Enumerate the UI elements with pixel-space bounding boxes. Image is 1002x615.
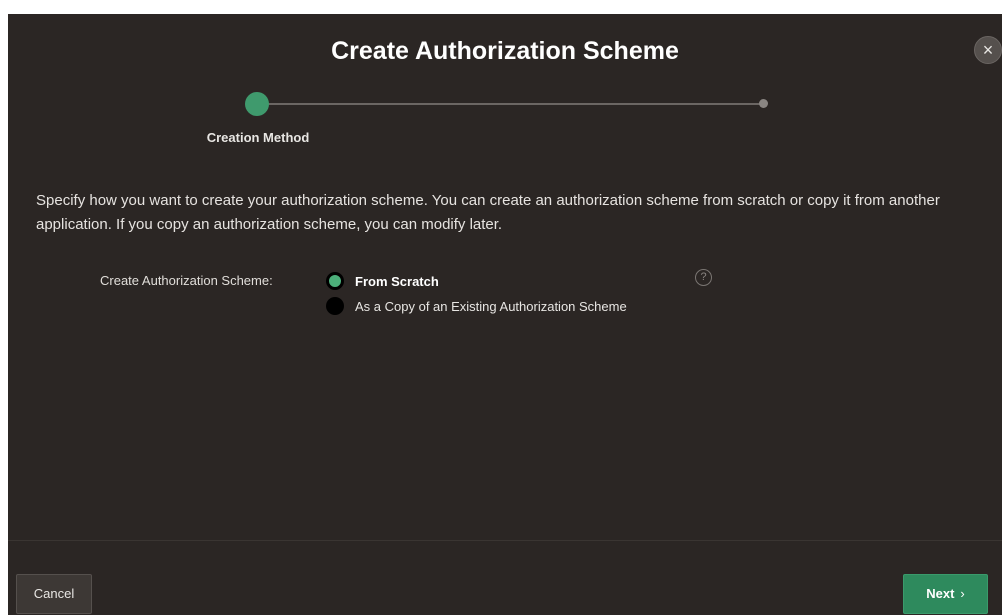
next-button-label: Next bbox=[926, 586, 955, 601]
instructions-text: Specify how you want to create your auth… bbox=[36, 192, 940, 233]
wizard-progress: Creation Method bbox=[207, 92, 773, 164]
help-icon[interactable]: ? bbox=[695, 269, 712, 286]
next-button[interactable]: Next › bbox=[903, 574, 988, 614]
cancel-button[interactable]: Cancel bbox=[16, 574, 92, 614]
create-scheme-field-label: Create Authorization Scheme: bbox=[100, 273, 273, 288]
dialog-title: Create Authorization Scheme bbox=[331, 37, 679, 65]
chevron-right-icon: › bbox=[960, 586, 965, 601]
wizard-track bbox=[257, 103, 765, 105]
cancel-button-label: Cancel bbox=[33, 586, 75, 601]
radio-label-from-scratch: From Scratch bbox=[355, 273, 439, 289]
wizard-step-creation-method-marker bbox=[245, 92, 269, 116]
radio-button-checked[interactable] bbox=[326, 272, 344, 290]
radio-copy-existing[interactable]: As a Copy of an Existing Authorization S… bbox=[326, 296, 627, 316]
footer-divider bbox=[8, 540, 1002, 541]
close-icon[interactable]: × bbox=[974, 36, 1002, 64]
create-authorization-scheme-dialog: Create Authorization Scheme × Creation M… bbox=[8, 14, 1002, 615]
radio-label-copy-existing: As a Copy of an Existing Authorization S… bbox=[355, 298, 627, 314]
wizard-step-final-marker bbox=[759, 99, 768, 108]
radio-button-unchecked[interactable] bbox=[326, 297, 344, 315]
radio-from-scratch[interactable]: From Scratch bbox=[326, 271, 439, 291]
wizard-step-label: Creation Method bbox=[206, 130, 310, 145]
